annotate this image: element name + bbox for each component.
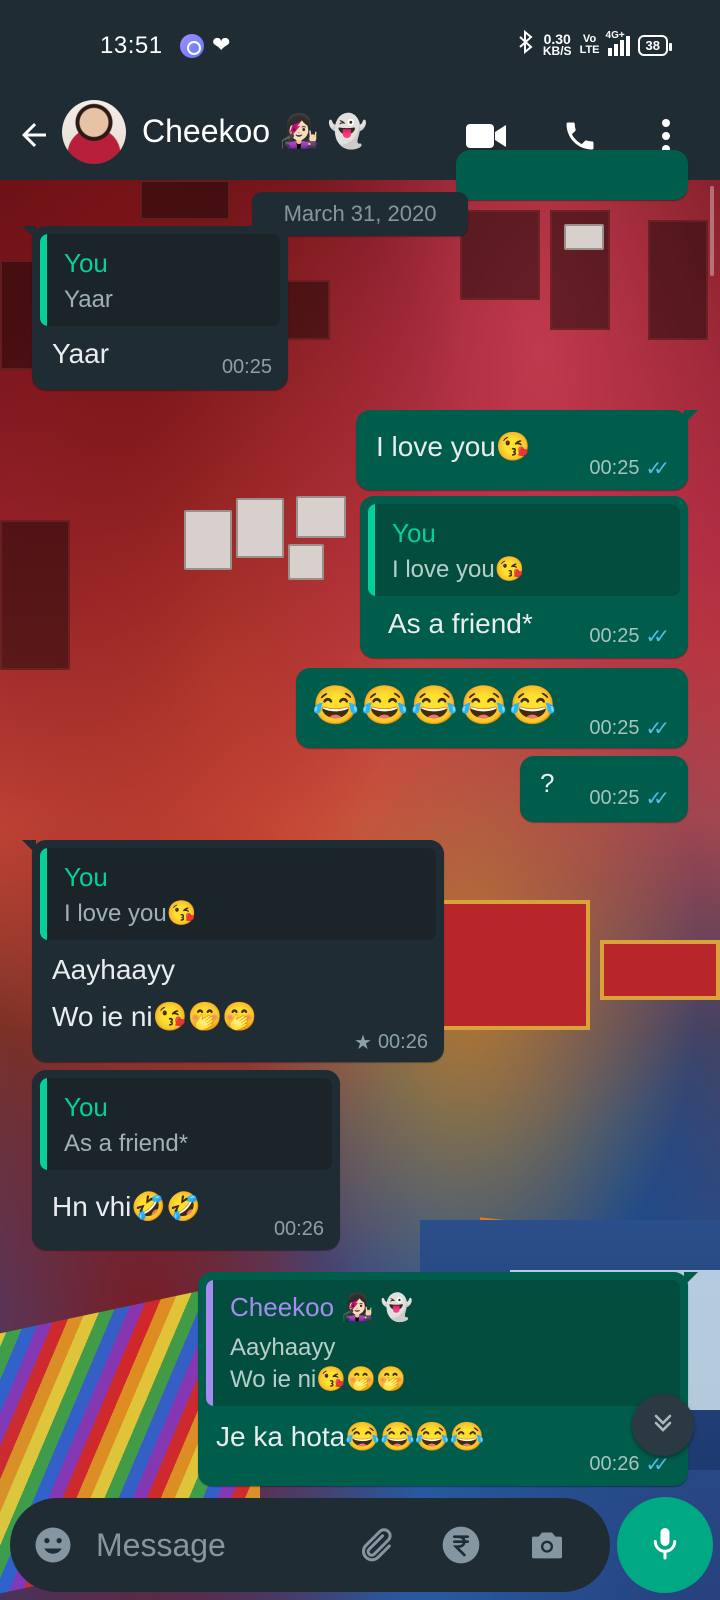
quote-author: You [392,518,436,548]
health-heart-icon: ❤ [212,32,231,57]
quote-author: Cheekoo 👩🏻‍🎤 👻 [230,1292,414,1322]
volte-indicator: Vo LTE [579,33,600,56]
read-receipt-icon: ✓✓ [645,458,669,480]
message-text: ? [540,768,555,798]
quote-text: As a friend* [64,1130,189,1157]
rupee-payment-icon[interactable] [436,1520,486,1570]
battery-level: 38 [645,37,660,53]
bluetooth-icon [517,29,535,60]
mic-icon [647,1523,683,1568]
message-text: Hn vhi🤣🤣 [52,1191,202,1222]
battery-icon: 38 [637,34,673,56]
message-text: As a friend* [388,608,533,639]
quote-author: You [64,248,108,278]
app-notification-icon [180,34,204,58]
status-time: 13:51 [100,32,163,59]
quoted-message[interactable]: You I love you😘 [368,504,680,596]
network-speed: 0.30 KB/S [542,31,572,58]
signal-strength-icon: 4G+ [606,30,630,56]
quoted-message[interactable]: You As a friend* [40,1078,332,1170]
quoted-message[interactable]: Cheekoo 👩🏻‍🎤 👻 Aayhaayy Wo ie ni😘🤭🤭 [206,1280,680,1406]
quoted-message[interactable]: You Yaar [40,234,280,326]
read-receipt-icon: ✓✓ [645,788,669,810]
star-icon: ★ [354,1032,372,1054]
message-bubble-outgoing[interactable]: Cheekoo 👩🏻‍🎤 👻 Aayhaayy Wo ie ni😘🤭🤭 Je k… [198,1272,698,1486]
read-receipt-icon: ✓✓ [645,718,669,740]
message-bubble-incoming[interactable]: You As a friend* Hn vhi🤣🤣 00:26 [32,1070,340,1250]
quote-text: I love you😘 [64,900,197,927]
message-bubble-outgoing[interactable]: I love you😘 00:25 ✓✓ [356,410,698,490]
message-bubble-outgoing[interactable]: You I love you😘 As a friend* 00:25 ✓✓ [360,496,688,658]
message-bubble-incoming[interactable]: You Yaar Yaar 00:25 [22,226,288,390]
message-text-line2: Wo ie ni😘🤭🤭 [52,1001,258,1032]
message-time: 00:25 ✓✓ [589,786,670,811]
scroll-to-bottom-button[interactable] [632,1394,694,1456]
contact-name[interactable]: Cheekoo 👩🏻‍🎤 👻 [142,112,368,150]
status-indicators: 0.30 KB/S Vo LTE 4G+ 38 [517,29,673,60]
double-chevron-down-icon [649,1409,677,1442]
quote-author: You [64,1092,108,1122]
attach-icon[interactable] [350,1520,400,1570]
quoted-message[interactable]: You I love you😘 [40,848,436,940]
message-time: 00:25 ✓✓ [589,456,670,481]
message-time: ★ 00:26 [354,1031,428,1054]
quote-text: I love you😘 [392,556,525,583]
read-receipt-icon: ✓✓ [645,626,669,648]
voice-record-button[interactable] [617,1497,713,1593]
camera-icon[interactable] [522,1520,572,1570]
message-text: Je ka hota😂😂😂😂 [216,1421,485,1452]
quote-text-line2: Wo ie ni😘🤭🤭 [230,1366,406,1393]
back-arrow-icon[interactable] [12,108,56,162]
message-time: 00:25 [221,356,272,378]
message-time: 00:26 [273,1218,324,1240]
message-bubble-outgoing[interactable]: 😂😂😂😂😂 00:25 ✓✓ [296,668,688,748]
quote-text-line1: Aayhaayy [230,1334,336,1361]
message-bubble-incoming[interactable]: You I love you😘 Aayhaayy Wo ie ni😘🤭🤭 ★ 00… [22,840,444,1062]
avatar[interactable] [62,100,126,164]
emoji-icon[interactable] [28,1520,78,1570]
message-input[interactable] [96,1522,356,1568]
message-composer [10,1498,610,1592]
message-text: I love you😘 [376,431,531,462]
message-time: 00:25 ✓✓ [589,716,670,741]
date-divider: March 31, 2020 [252,192,468,236]
message-time: 00:25 ✓✓ [589,624,670,649]
scrollbar-thumb[interactable] [710,186,714,276]
status-bar: 13:51 ❤ 0.30 KB/S Vo LTE 4G+ 38 [0,0,720,90]
message-bubble-partial [456,150,688,200]
quote-author: You [64,862,108,892]
message-time: 00:26 ✓✓ [589,1452,670,1477]
quote-text: Yaar [64,286,113,313]
message-text: Yaar [52,338,110,369]
message-text: 😂😂😂😂😂 [312,685,559,727]
message-text-line1: Aayhaayy [52,954,175,985]
message-bubble-outgoing[interactable]: ? 00:25 ✓✓ [520,756,688,822]
